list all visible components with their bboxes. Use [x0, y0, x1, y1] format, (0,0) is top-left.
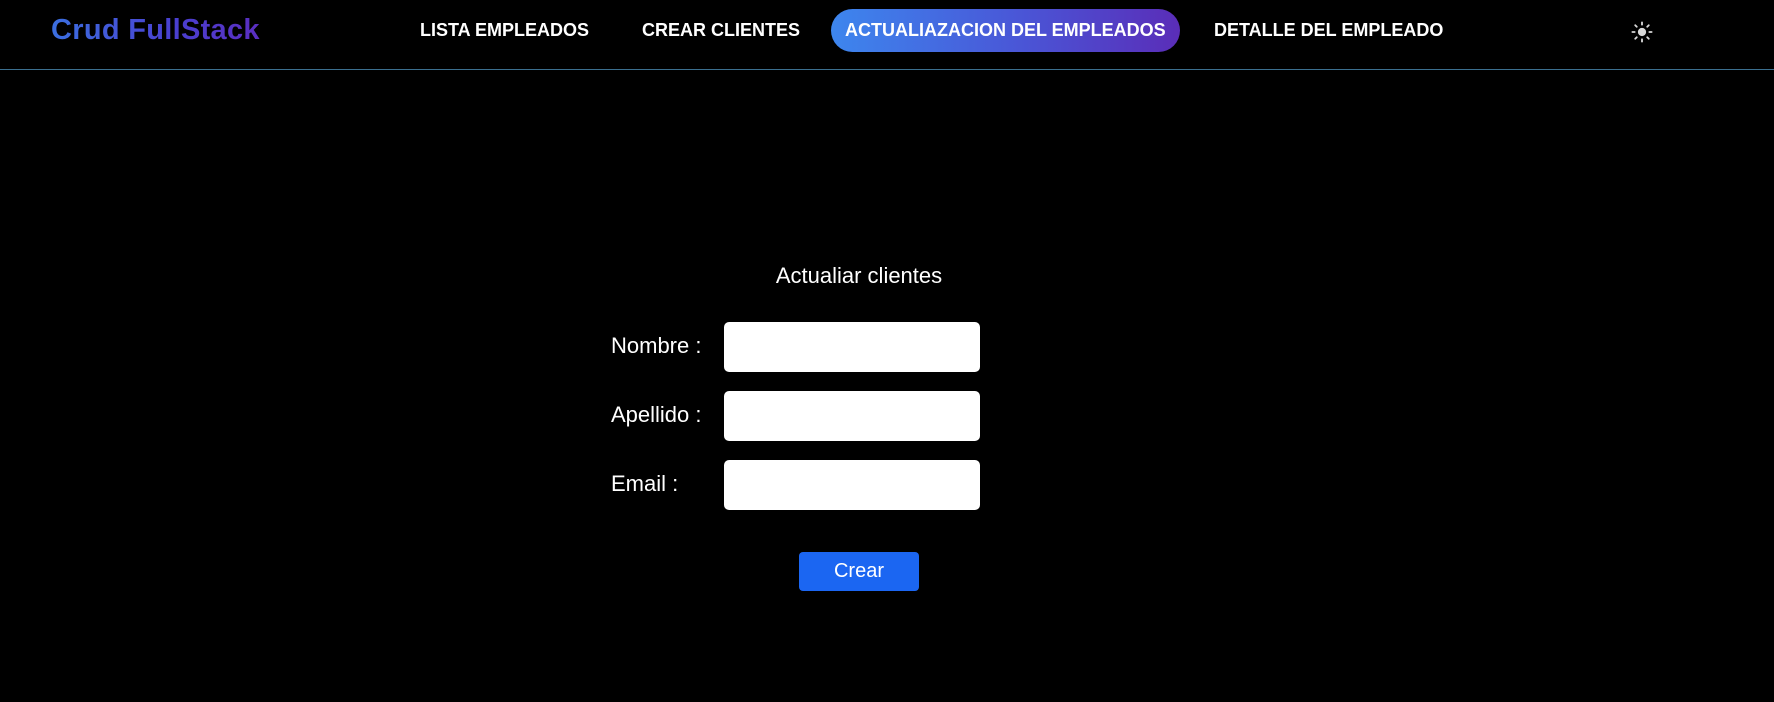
- sun-icon: [1631, 21, 1653, 43]
- top-navbar: Crud FullStack LISTA EMPLEADOS CREAR CLI…: [0, 0, 1774, 70]
- crear-button[interactable]: Crear: [799, 552, 919, 591]
- nombre-label: Nombre :: [611, 333, 702, 358]
- apellido-input[interactable]: [724, 391, 980, 441]
- email-label: Email :: [611, 471, 679, 496]
- brand-logo[interactable]: Crud FullStack: [51, 14, 260, 47]
- nav-item-lista-empleados[interactable]: LISTA EMPLEADOS: [420, 9, 589, 52]
- apellido-label: Apellido :: [611, 402, 702, 427]
- nombre-input[interactable]: [724, 322, 980, 372]
- nav-item-crear-clientes[interactable]: CREAR CLIENTES: [642, 9, 800, 52]
- nav-item-detalle-empleado[interactable]: DETALLE DEL EMPLEADO: [1214, 9, 1443, 52]
- nav-item-actualizacion-empleados[interactable]: ACTUALIAZACION DEL EMPLEADOS: [831, 9, 1180, 52]
- form-title: Actualiar clientes: [775, 263, 943, 288]
- theme-toggle-button[interactable]: [1627, 17, 1657, 47]
- email-input[interactable]: [724, 460, 980, 510]
